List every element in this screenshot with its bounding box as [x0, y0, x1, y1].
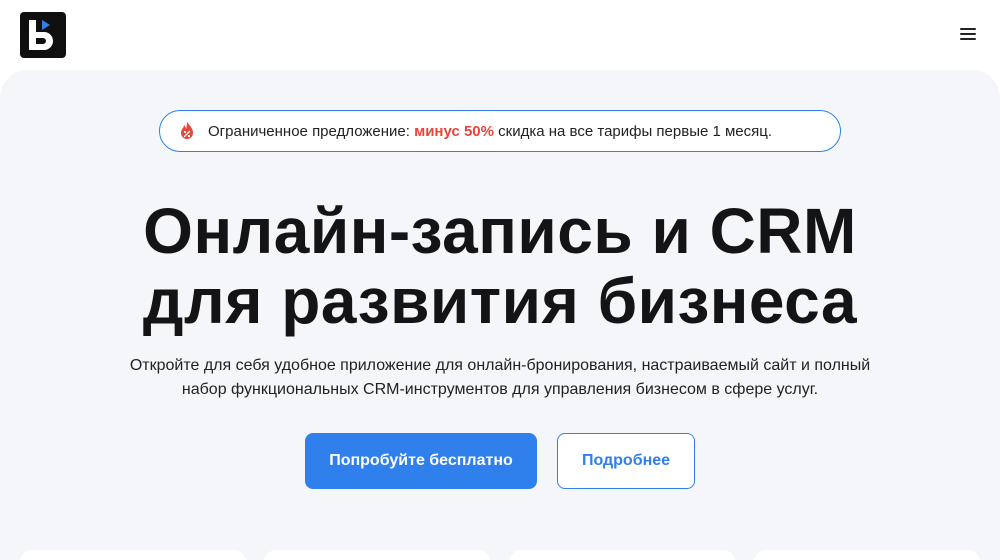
promo-text-prefix: Ограниченное предложение:: [208, 122, 415, 140]
top-bar: [0, 0, 1000, 70]
feature-card: [754, 550, 980, 560]
page-title: Онлайн-запись и CRM для развития бизнеса: [0, 196, 1000, 336]
page-title-line-1: Онлайн-запись и CRM: [143, 195, 857, 267]
subtitle-line-1: Откройте для себя удобное приложение для…: [129, 357, 871, 374]
learn-more-button[interactable]: Подробнее: [557, 433, 695, 489]
hero-section: Ограниченное предложение: минус 50% скид…: [0, 70, 1000, 560]
promo-text-suffix: скидка на все тарифы первые 1 месяц.: [494, 122, 773, 140]
feature-card: [509, 550, 735, 560]
hero-subtitle: Откройте для себя удобное приложение для…: [100, 354, 900, 402]
subtitle-line-2: набор функциональных CRM-инструментов дл…: [181, 381, 819, 398]
brand-logo-icon[interactable]: [20, 12, 66, 58]
hamburger-menu-icon[interactable]: [960, 28, 976, 42]
feature-card: [264, 550, 490, 560]
promo-discount: минус 50%: [414, 122, 494, 140]
feature-card: [20, 550, 246, 560]
page-title-line-2: для развития бизнеса: [142, 265, 858, 337]
promo-banner[interactable]: Ограниченное предложение: минус 50% скид…: [159, 110, 841, 152]
fire-percent-icon: [181, 121, 193, 139]
try-free-button[interactable]: Попробуйте бесплатно: [305, 433, 537, 489]
